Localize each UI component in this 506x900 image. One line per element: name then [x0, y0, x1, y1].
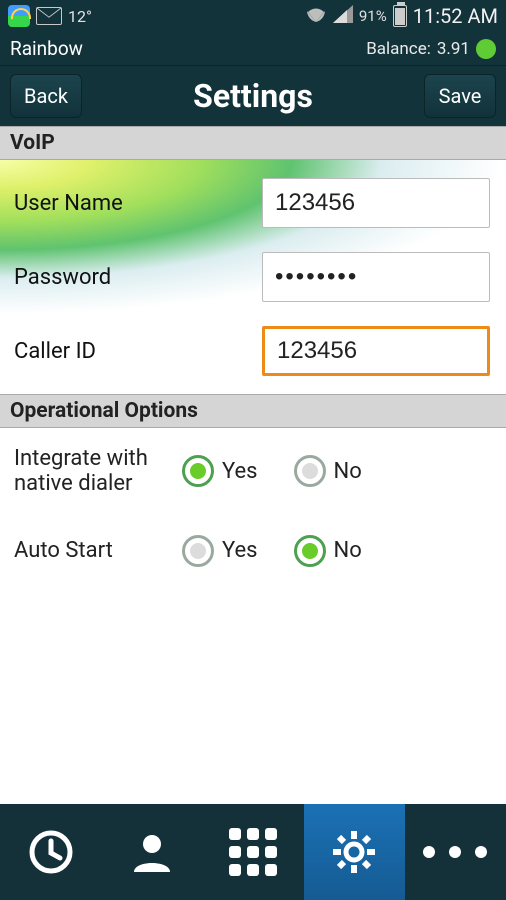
autostart-no-radio[interactable]: No — [294, 535, 362, 567]
radio-off-icon — [182, 535, 214, 567]
autostart-label: Auto Start — [14, 538, 182, 563]
balance: Balance: 3.91 — [366, 39, 496, 59]
balance-value: 3.91 — [437, 39, 470, 59]
app-header: Rainbow Balance: 3.91 — [0, 32, 506, 66]
battery-percent: 91% — [359, 7, 387, 25]
mail-notification-icon — [36, 7, 62, 25]
username-label: User Name — [14, 191, 262, 216]
status-dot-icon — [476, 39, 496, 59]
radio-label: Yes — [222, 459, 258, 484]
app-title: Rainbow — [10, 37, 83, 60]
radio-label: Yes — [222, 538, 258, 563]
radio-on-icon — [182, 455, 214, 487]
cell-signal-icon — [333, 5, 353, 28]
callerid-input[interactable] — [262, 326, 490, 376]
operational-section-header: Operational Options — [0, 394, 506, 428]
radio-off-icon — [294, 455, 326, 487]
autostart-yes-radio[interactable]: Yes — [182, 535, 258, 567]
gear-icon — [330, 828, 378, 876]
operational-panel: Integrate with native dialer Yes No Auto… — [0, 428, 506, 579]
balance-label: Balance: — [366, 39, 431, 59]
radio-label: No — [334, 459, 362, 484]
tab-recents[interactable] — [0, 804, 101, 900]
temperature: 12° — [68, 7, 92, 26]
tab-settings[interactable] — [304, 804, 405, 900]
tab-more[interactable] — [405, 804, 506, 900]
android-status-bar: 12° 91% 11:52 AM — [0, 0, 506, 32]
password-input[interactable] — [262, 252, 490, 302]
title-bar: Back Settings Save — [0, 66, 506, 126]
more-icon — [423, 846, 487, 858]
voip-panel: User Name Password Caller ID — [0, 160, 506, 394]
integrate-no-radio[interactable]: No — [294, 455, 362, 487]
clock: 11:52 AM — [413, 4, 498, 28]
clock-icon — [27, 828, 75, 876]
integrate-label: Integrate with native dialer — [14, 446, 182, 497]
battery-icon — [393, 5, 407, 27]
radio-label: No — [334, 538, 362, 563]
password-label: Password — [14, 265, 262, 290]
integrate-yes-radio[interactable]: Yes — [182, 455, 258, 487]
bottom-tab-bar — [0, 804, 506, 900]
radio-on-icon — [294, 535, 326, 567]
callerid-label: Caller ID — [14, 339, 262, 364]
wifi-icon — [305, 5, 327, 28]
back-button[interactable]: Back — [10, 74, 82, 118]
person-icon — [128, 828, 176, 876]
voip-section-header: VoIP — [0, 126, 506, 160]
dialpad-icon — [229, 828, 277, 876]
username-input[interactable] — [262, 178, 490, 228]
page-title: Settings — [82, 77, 424, 115]
rainbow-app-icon — [8, 5, 30, 27]
tab-contacts[interactable] — [101, 804, 202, 900]
save-button[interactable]: Save — [424, 74, 496, 118]
tab-dialpad[interactable] — [202, 804, 303, 900]
